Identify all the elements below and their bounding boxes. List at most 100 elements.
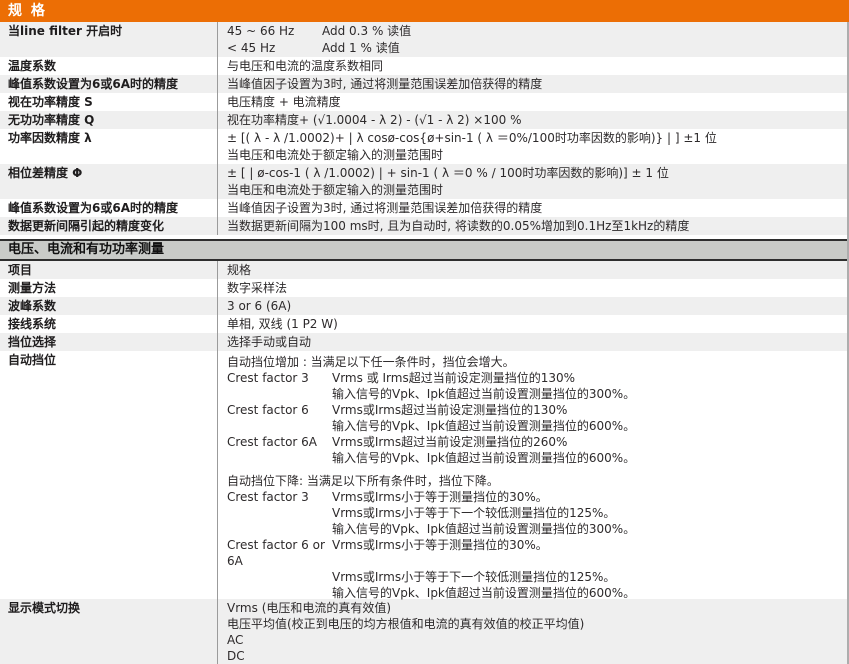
row-value: 视在功率精度+ (√1.0004 - λ 2) - (√1 - λ 2) ×10… [217, 111, 849, 129]
table-row: 项目 规格 [0, 261, 849, 279]
row-value: ± [( λ - λ /1.0002)+ | λ cosø-cos{ø+sin-… [217, 129, 849, 164]
page-title: 规 格 [8, 3, 47, 19]
row-value: 选择手动或自动 [217, 333, 849, 351]
formula-text: ± [ | ø-cos-1 ( λ /1.0002) | + sin-1 ( λ… [227, 165, 843, 182]
display-mode-option: 电压平均值(校正到电压的均方根值和电流的真有效值的校正平均值) [227, 616, 843, 632]
crest-factor-name: Crest factor 3 [227, 370, 332, 386]
crest-factor-name [227, 386, 332, 402]
crest-factor-condition: Vrms或Irms小于等于测量挡位的30%。 [332, 537, 843, 569]
formula-text: ± [( λ - λ /1.0002)+ | λ cosø-cos{ø+sin-… [227, 130, 843, 147]
table-row: 数据更新间隔引起的精度变化 当数据更新间隔为100 ms时, 且为自动时, 将读… [0, 217, 849, 235]
display-mode-option: DC [227, 648, 843, 664]
table-row: 视在功率精度 S 电压精度 + 电流精度 [0, 93, 849, 111]
table-row: 相位差精度 Φ ± [ | ø-cos-1 ( λ /1.0002) | + s… [0, 164, 849, 199]
row-label: 显示模式切换 [0, 599, 217, 617]
row-label: 项目 [0, 261, 217, 279]
crest-factor-name: Crest factor 6A [227, 434, 332, 450]
crest-factor-name: Crest factor 6 or 6A [227, 537, 332, 569]
auto-range-down-title: 自动挡位下降: 当满足以下所有条件时，挡位下降。 [227, 473, 843, 489]
table-row: 温度系数 与电压和电流的温度系数相同 [0, 57, 849, 75]
row-value: 单相, 双线 (1 P2 W) [217, 315, 849, 333]
row-value: 规格 [217, 261, 849, 279]
row-label: 峰值系数设置为6或6A时的精度 [0, 199, 217, 217]
row-label: 挡位选择 [0, 333, 217, 351]
measurement-table: 项目 规格 测量方法 数字采样法 波峰系数 3 or 6 (6A) 接线系统 单… [0, 261, 849, 664]
table-row: 无功功率精度 Q 视在功率精度+ (√1.0004 - λ 2) - (√1 -… [0, 111, 849, 129]
row-value: ± [ | ø-cos-1 ( λ /1.0002) | + sin-1 ( λ… [217, 164, 849, 199]
row-label: 功率因数精度 λ [0, 129, 217, 147]
crest-factor-name [227, 569, 332, 585]
condition-text: 45 ~ 66 Hz [227, 23, 322, 40]
row-label: 波峰系数 [0, 297, 217, 315]
crest-factor-name [227, 418, 332, 434]
crest-factor-name [227, 505, 332, 521]
table-row: 测量方法 数字采样法 [0, 279, 849, 297]
crest-factor-name: Crest factor 6 [227, 402, 332, 418]
row-value: 电压精度 + 电流精度 [217, 93, 849, 111]
result-text: Add 0.3 % 读值 [322, 23, 411, 40]
crest-factor-line: 输入信号的Vpk、Ipk值超过当前设置测量挡位的600%。 [227, 450, 843, 466]
auto-range-row: 自动挡位 自动挡位增加 : 当满足以下任一条件时，挡位会增大。 Crest fa… [0, 351, 849, 599]
table-row: 波峰系数 3 or 6 (6A) [0, 297, 849, 315]
crest-factor-condition: Vrms 或 Irms超过当前设定测量挡位的130% [332, 370, 843, 386]
row-value: 当峰值因子设置为3时, 通过将测量范围误差加倍获得的精度 [217, 199, 849, 217]
row-label: 测量方法 [0, 279, 217, 297]
page-title-bar: 规 格 [0, 0, 849, 22]
table-row: 当line filter 开启时 45 ~ 66 Hz Add 0.3 % 读值… [0, 22, 849, 57]
blank-line [227, 466, 843, 473]
row-label: 数据更新间隔引起的精度变化 [0, 217, 217, 235]
row-label: 无功功率精度 Q [0, 111, 217, 129]
crest-factor-line: 输入信号的Vpk、Ipk值超过当前设置测量挡位的300%。 [227, 386, 843, 402]
crest-factor-condition: 输入信号的Vpk、Ipk值超过当前设置测量挡位的300%。 [332, 386, 843, 402]
crest-factor-condition: Vrms或Irms小于等于测量挡位的30%。 [332, 489, 843, 505]
result-text: Add 1 % 读值 [322, 40, 400, 57]
row-label: 峰值系数设置为6或6A时的精度 [0, 75, 217, 93]
row-value: 当峰值因子设置为3时, 通过将测量范围误差加倍获得的精度 [217, 75, 849, 93]
table-row: 功率因数精度 λ ± [( λ - λ /1.0002)+ | λ cosø-c… [0, 129, 849, 164]
crest-factor-condition: 输入信号的Vpk、Ipk值超过当前设置测量挡位的300%。 [332, 521, 843, 537]
row-value: 3 or 6 (6A) [217, 297, 849, 315]
row-value: 45 ~ 66 Hz Add 0.3 % 读值 < 45 Hz Add 1 % … [217, 22, 849, 57]
display-mode-option: Vrms (电压和电流的真有效值) [227, 600, 843, 616]
section-header: 电压、电流和有功功率测量 [0, 239, 849, 261]
row-value: 当数据更新间隔为100 ms时, 且为自动时, 将读数的0.05%增加到0.1H… [217, 217, 849, 235]
crest-factor-line: Crest factor 3 Vrms 或 Irms超过当前设定测量挡位的130… [227, 370, 843, 386]
crest-factor-line: Crest factor 6A Vrms或Irms超过当前设定测量挡位的260% [227, 434, 843, 450]
crest-factor-line: 输入信号的Vpk、Ipk值超过当前设置测量挡位的600%。 [227, 418, 843, 434]
row-value: 与电压和电流的温度系数相同 [217, 57, 849, 75]
condition-text: < 45 Hz [227, 40, 322, 57]
row-label: 自动挡位 [0, 351, 217, 369]
value-line: 45 ~ 66 Hz Add 0.3 % 读值 [227, 23, 843, 40]
row-value: 自动挡位增加 : 当满足以下任一条件时，挡位会增大。 Crest factor … [217, 351, 849, 599]
crest-factor-condition: 输入信号的Vpk、Ipk值超过当前设置测量挡位的600%。 [332, 418, 843, 434]
crest-factor-condition: Vrms或Irms超过当前设定测量挡位的260% [332, 434, 843, 450]
row-label: 温度系数 [0, 57, 217, 75]
crest-factor-condition: 输入信号的Vpk、Ipk值超过当前设置测量挡位的600%。 [332, 450, 843, 466]
row-label: 视在功率精度 S [0, 93, 217, 111]
crest-factor-name [227, 450, 332, 466]
display-mode-option: AC [227, 632, 843, 648]
crest-factor-line: Vrms或Irms小于等于下一个较低测量挡位的125%。 [227, 505, 843, 521]
row-label: 相位差精度 Φ [0, 164, 217, 182]
crest-factor-name [227, 521, 332, 537]
table-row: 峰值系数设置为6或6A时的精度 当峰值因子设置为3时, 通过将测量范围误差加倍获… [0, 75, 849, 93]
row-value: 数字采样法 [217, 279, 849, 297]
formula-note: 当电压和电流处于额定输入的测量范围时 [227, 147, 843, 164]
crest-factor-line: Crest factor 6 or 6A Vrms或Irms小于等于测量挡位的3… [227, 537, 843, 569]
table-row: 峰值系数设置为6或6A时的精度 当峰值因子设置为3时, 通过将测量范围误差加倍获… [0, 199, 849, 217]
formula-note: 当电压和电流处于额定输入的测量范围时 [227, 182, 843, 199]
row-label: 接线系统 [0, 315, 217, 333]
spec-table: 当line filter 开启时 45 ~ 66 Hz Add 0.3 % 读值… [0, 22, 849, 235]
crest-factor-line: Crest factor 3 Vrms或Irms小于等于测量挡位的30%。 [227, 489, 843, 505]
crest-factor-line: Crest factor 6 Vrms或Irms超过当前设定测量挡位的130% [227, 402, 843, 418]
table-row: 接线系统 单相, 双线 (1 P2 W) [0, 315, 849, 333]
crest-factor-line: Vrms或Irms小于等于下一个较低测量挡位的125%。 [227, 569, 843, 585]
row-value: Vrms (电压和电流的真有效值) 电压平均值(校正到电压的均方根值和电流的真有… [217, 599, 849, 664]
crest-factor-condition: Vrms或Irms小于等于下一个较低测量挡位的125%。 [332, 505, 843, 521]
auto-range-up-title: 自动挡位增加 : 当满足以下任一条件时，挡位会增大。 [227, 354, 843, 370]
crest-factor-condition: Vrms或Irms超过当前设定测量挡位的130% [332, 402, 843, 418]
section-title: 电压、电流和有功功率测量 [8, 242, 164, 257]
row-label: 当line filter 开启时 [0, 22, 217, 40]
crest-factor-line: 输入信号的Vpk、Ipk值超过当前设置测量挡位的300%。 [227, 521, 843, 537]
crest-factor-condition: Vrms或Irms小于等于下一个较低测量挡位的125%。 [332, 569, 843, 585]
